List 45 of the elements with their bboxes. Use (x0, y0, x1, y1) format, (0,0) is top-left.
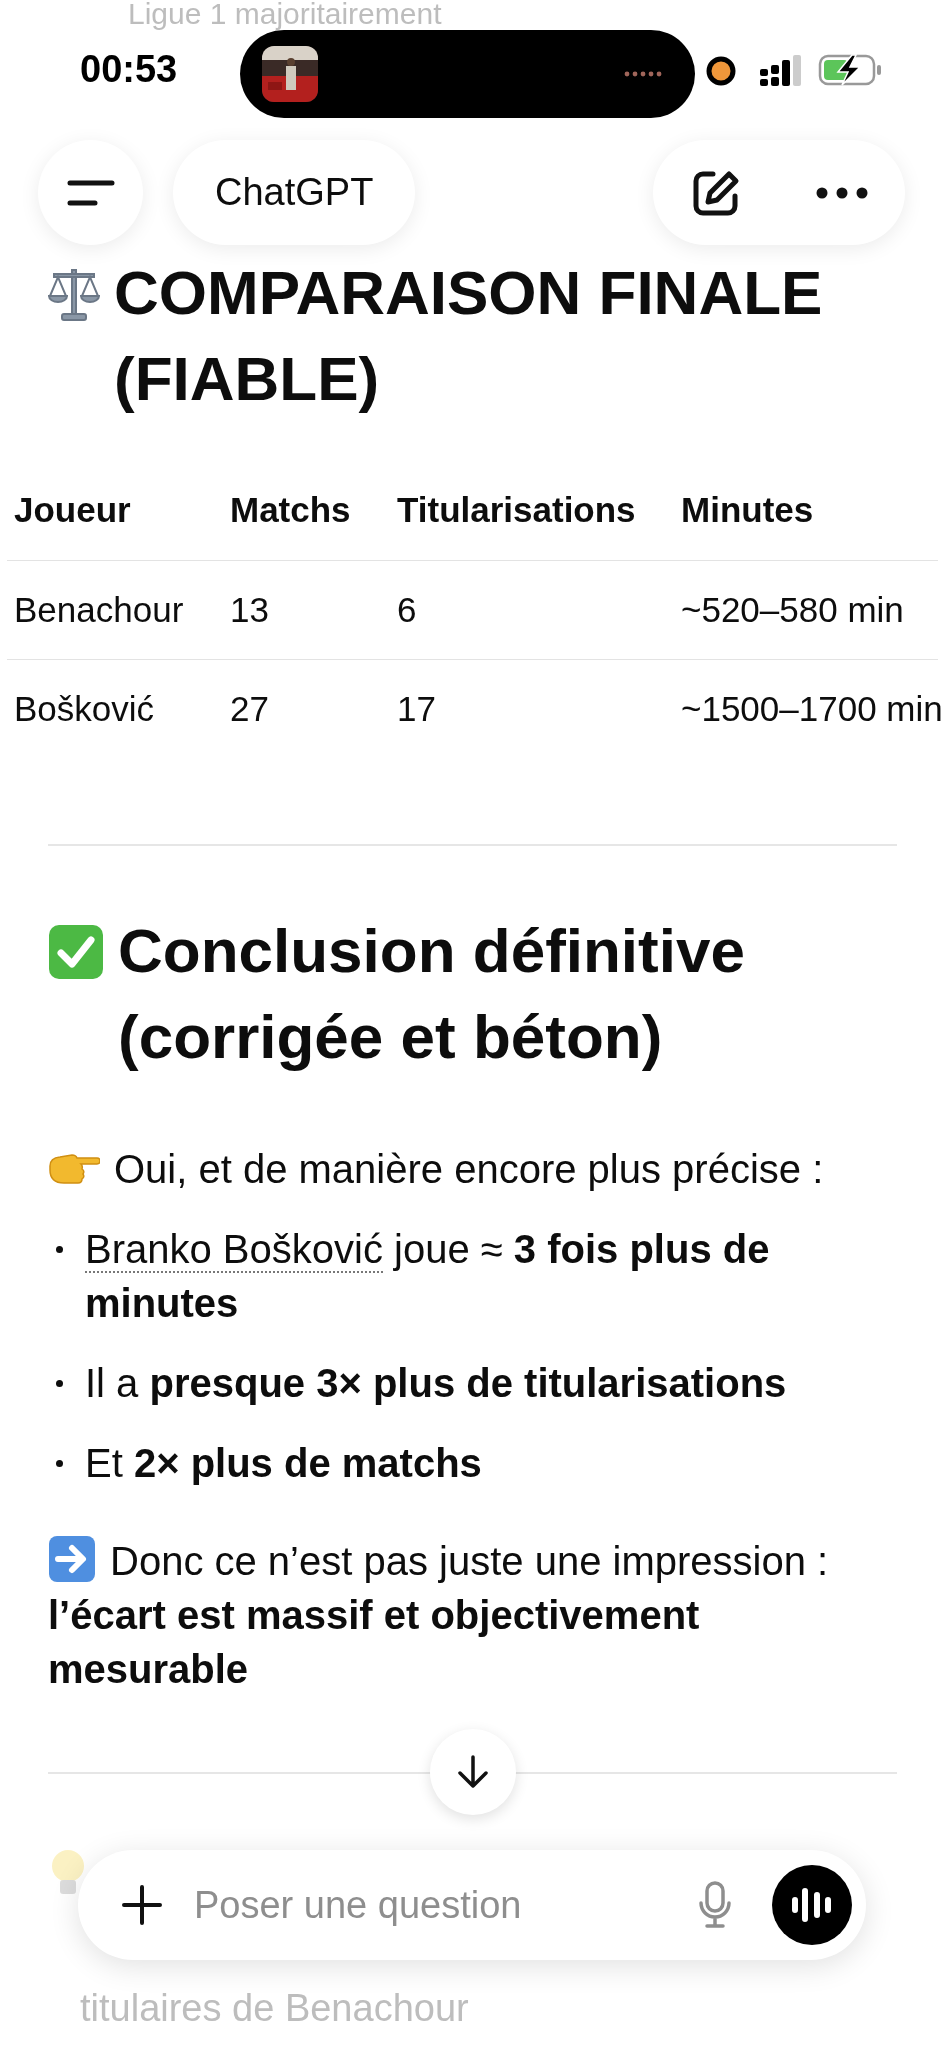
list-item-text: titulaires de Benachour (79, 1986, 470, 2030)
microphone-icon (698, 1881, 732, 1929)
pointing-hand-icon (48, 1152, 100, 1186)
bullet-dot (56, 1460, 63, 1467)
bullet-dot (56, 1246, 63, 1253)
bullet-dot (56, 1380, 63, 1387)
table-cell-text: 13 (230, 590, 270, 630)
column-header: Minutes (681, 490, 815, 530)
table-cell-text: Benachour (14, 590, 185, 630)
section-heading: Conclusion définitive (corrigée et béton) (118, 915, 746, 1073)
list-item-text: Et 2× plus de matchs (85, 1440, 482, 1487)
table-cell-text: 6 (397, 590, 418, 630)
checkmark-icon (48, 924, 104, 980)
list-item-text: Il a presque 3× plus de titularisations (85, 1360, 787, 1407)
model-title[interactable]: ChatGPT (173, 140, 416, 245)
add-button[interactable] (122, 1885, 162, 1925)
intro-text: Oui, et de manière encore plus précise : (114, 1146, 824, 1193)
battery-charging-icon (818, 53, 884, 87)
table-cell-text: 17 (397, 689, 437, 729)
recording-indicator-icon (706, 56, 736, 86)
arrow-right-icon (48, 1535, 96, 1583)
menu-icon (66, 178, 115, 207)
summary-text: Donc ce n’est pas juste une impression : l’écart est massif et objectivement mesurable (48, 1534, 897, 1696)
arrow-down-icon (456, 1754, 490, 1790)
signal-icon (760, 55, 804, 87)
status-time: 00:53 (80, 48, 178, 91)
entity-link[interactable]: Branko Bošković (85, 1227, 383, 1273)
voice-mode-button[interactable] (772, 1865, 852, 1945)
table-cell: ~1500–1700 min (681, 689, 943, 729)
more-icon (815, 186, 868, 199)
list-item-text: Branko Bošković joue ≈ 3 fois plus de minutes (85, 1226, 771, 1327)
column-header: Matchs (230, 490, 352, 530)
question-input[interactable]: Poser une question (192, 1882, 698, 1928)
table-cell-text: ~520–580 min (681, 590, 905, 630)
table-cell-text: 27 (230, 689, 270, 729)
sound-wave-icon (791, 1885, 833, 1925)
column-header: Joueur (14, 490, 132, 530)
more-button[interactable] (815, 186, 868, 199)
list-item-text: Ligue 1 majoritairement (127, 0, 442, 28)
plus-icon (122, 1885, 162, 1925)
scales-icon (48, 266, 100, 322)
microphone-button[interactable] (698, 1881, 732, 1929)
column-header: Titularisations (397, 490, 637, 530)
section-heading: COMPARAISON FINALE (FIABLE) (114, 257, 824, 415)
table-cell-text: Bošković (14, 689, 156, 729)
